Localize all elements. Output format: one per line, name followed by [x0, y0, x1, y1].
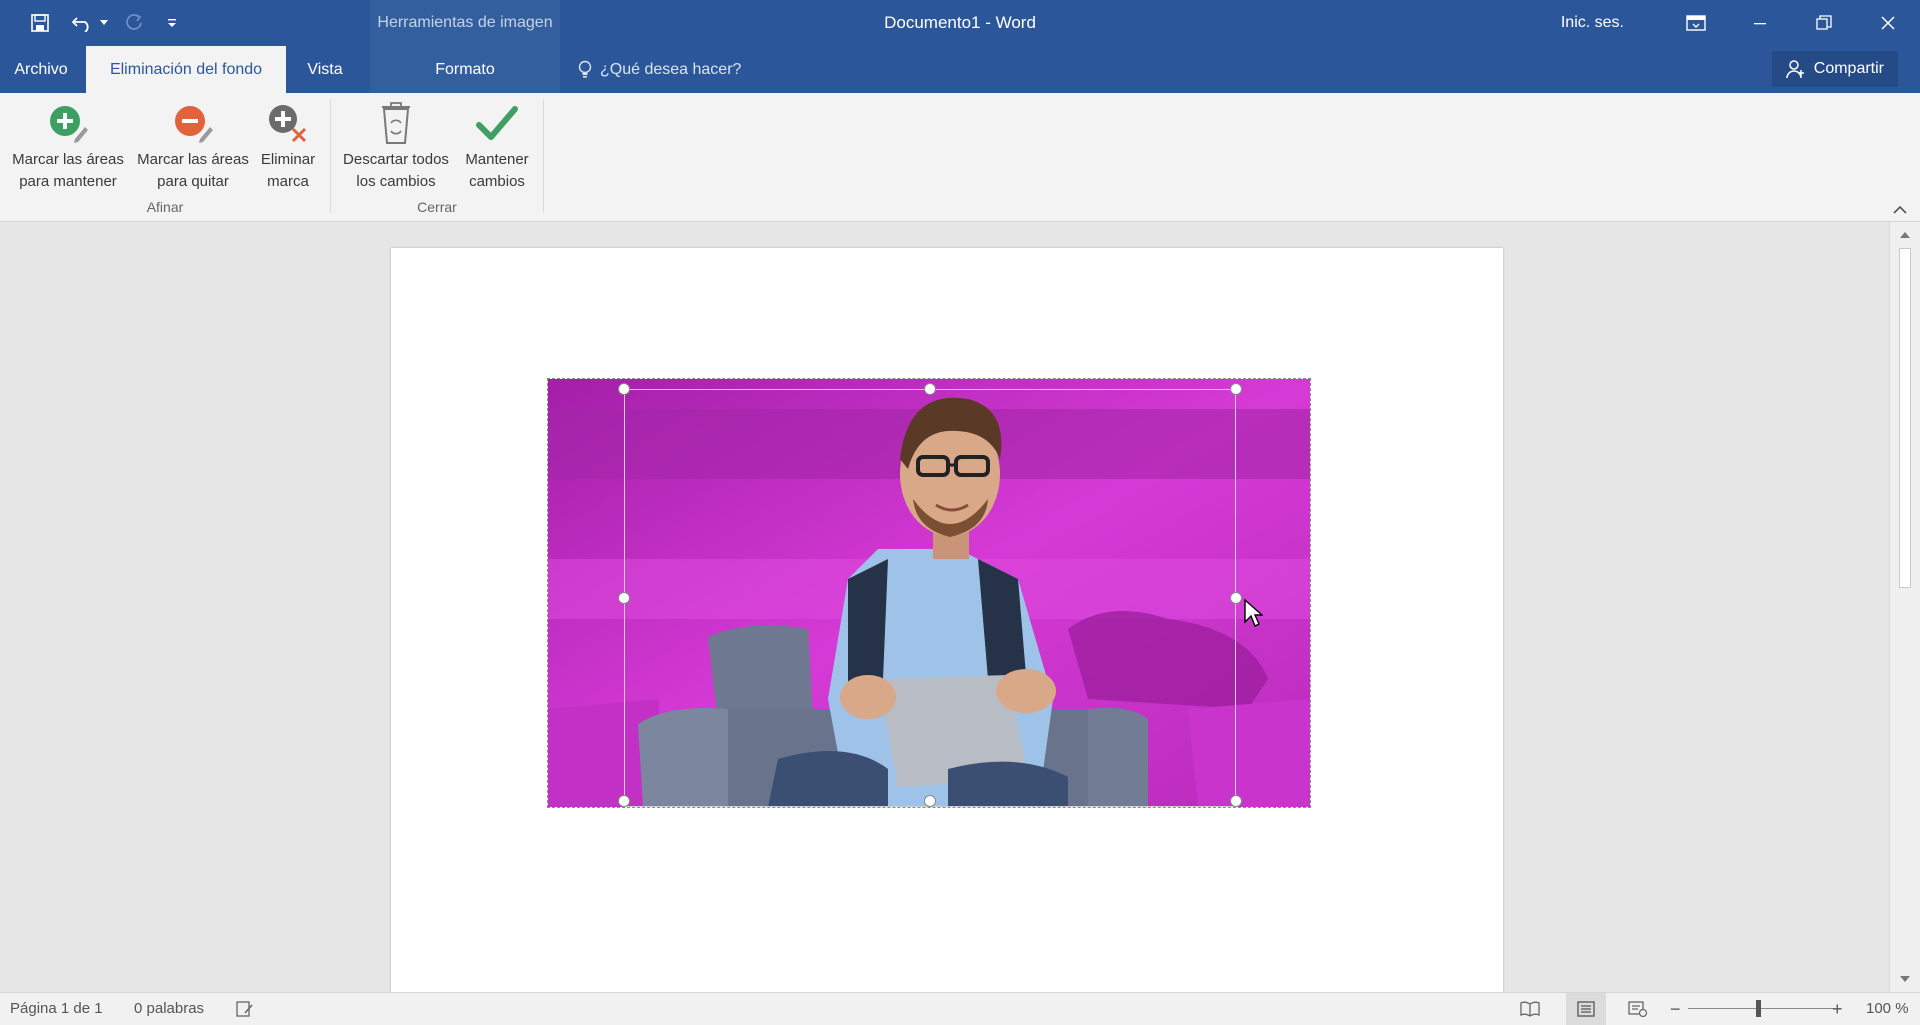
- scrollbar-thumb[interactable]: [1899, 248, 1911, 588]
- discard-all-changes-button[interactable]: Descartar todos los cambios: [336, 99, 456, 193]
- mouse-pointer-icon: [1244, 598, 1263, 627]
- mark-areas-to-remove-button[interactable]: Marcar las áreas para quitar: [132, 99, 254, 193]
- undo-dropdown-icon[interactable]: [98, 7, 110, 39]
- customize-toolbar-icon[interactable]: [160, 7, 184, 39]
- share-label: Compartir: [1813, 60, 1884, 77]
- selected-image[interactable]: [547, 378, 1311, 808]
- tab-eliminacion-del-fondo[interactable]: Eliminación del fondo: [86, 46, 286, 93]
- ribbon-display-options-icon[interactable]: [1664, 0, 1728, 46]
- tell-me-placeholder: ¿Qué desea hacer?: [600, 60, 742, 78]
- group-separator: [543, 99, 544, 213]
- add-mark-icon: [50, 106, 88, 143]
- save-icon[interactable]: [24, 7, 56, 39]
- zoom-slider[interactable]: [1688, 1008, 1834, 1009]
- resize-handle-bottom[interactable]: [924, 795, 936, 807]
- person-icon: [1786, 59, 1806, 79]
- button-label: Marcar las áreas para mantener: [12, 151, 124, 190]
- word-count[interactable]: 0 palabras: [134, 993, 204, 1025]
- remove-mark-icon: [175, 106, 213, 143]
- delete-mark-icon: [269, 105, 307, 143]
- delete-mark-button[interactable]: Eliminar marca: [256, 99, 320, 193]
- button-label: Eliminar marca: [260, 151, 316, 190]
- group-separator: [330, 99, 331, 213]
- mark-areas-to-keep-button[interactable]: Marcar las áreas para mantener: [6, 99, 130, 193]
- resize-handle-left[interactable]: [618, 592, 630, 604]
- button-label: Descartar todos los cambios: [343, 151, 449, 190]
- ribbon-tab-bar: Archivo Eliminación del fondo Vista Form…: [0, 46, 1920, 93]
- scroll-down-icon[interactable]: [1899, 974, 1911, 984]
- recycle-bin-icon: [382, 102, 410, 144]
- zoom-slider-thumb[interactable]: [1756, 1000, 1761, 1017]
- resize-handle-bottom-left[interactable]: [618, 795, 630, 807]
- status-bar: Página 1 de 1 0 palabras − + 100 %: [0, 992, 1920, 1025]
- quick-access-toolbar: [24, 0, 184, 46]
- context-group-title: Herramientas de imagen: [377, 14, 553, 31]
- minimize-icon[interactable]: [1728, 0, 1792, 46]
- resize-handle-bottom-right[interactable]: [1230, 795, 1242, 807]
- close-icon[interactable]: [1856, 0, 1920, 46]
- tab-vista[interactable]: Vista: [290, 46, 360, 93]
- person-photo: [548, 379, 1310, 807]
- undo-icon[interactable]: [68, 7, 98, 39]
- document-canvas: [0, 222, 1890, 992]
- collapse-ribbon-icon[interactable]: [1892, 203, 1908, 215]
- lightbulb-icon: [578, 60, 592, 80]
- ribbon: Marcar las áreas para mantener Marcar la…: [0, 93, 1920, 222]
- group-label-afinar: Afinar: [146, 199, 184, 215]
- tell-me-search[interactable]: ¿Qué desea hacer?: [578, 46, 741, 93]
- title-bar: Documento1 - Word Inic. ses.: [0, 0, 1920, 46]
- button-label: Mantener cambios: [465, 151, 529, 190]
- web-layout-icon[interactable]: [1628, 993, 1648, 1025]
- resize-handle-top-left[interactable]: [618, 383, 630, 395]
- resize-handle-top-right[interactable]: [1230, 383, 1242, 395]
- tab-formato[interactable]: Formato: [370, 46, 560, 93]
- page-count[interactable]: Página 1 de 1: [10, 993, 103, 1025]
- redo-icon[interactable]: [118, 7, 150, 39]
- zoom-out-icon[interactable]: −: [1670, 993, 1681, 1025]
- scroll-up-icon[interactable]: [1899, 230, 1911, 240]
- print-layout-icon[interactable]: [1566, 993, 1606, 1025]
- document-page[interactable]: [391, 248, 1503, 992]
- read-mode-icon[interactable]: [1520, 993, 1540, 1025]
- document-title: Documento1 - Word: [884, 13, 1036, 32]
- zoom-in-icon[interactable]: +: [1832, 993, 1843, 1025]
- sign-in-link[interactable]: Inic. ses.: [1561, 14, 1624, 32]
- proofing-icon[interactable]: [236, 993, 254, 1025]
- window-controls: Inic. ses.: [1561, 0, 1920, 46]
- group-label-cerrar: Cerrar: [417, 199, 457, 215]
- resize-handle-top[interactable]: [924, 383, 936, 395]
- vertical-scrollbar[interactable]: [1889, 222, 1920, 992]
- resize-handle-right[interactable]: [1230, 592, 1242, 604]
- button-label: Marcar las áreas para quitar: [137, 151, 249, 190]
- checkmark-icon: [476, 106, 518, 140]
- zoom-level[interactable]: 100 %: [1866, 993, 1909, 1025]
- share-button[interactable]: Compartir: [1771, 51, 1898, 87]
- tab-archivo[interactable]: Archivo: [0, 46, 82, 93]
- restore-icon[interactable]: [1792, 0, 1856, 46]
- keep-changes-button[interactable]: Mantener cambios: [458, 99, 536, 193]
